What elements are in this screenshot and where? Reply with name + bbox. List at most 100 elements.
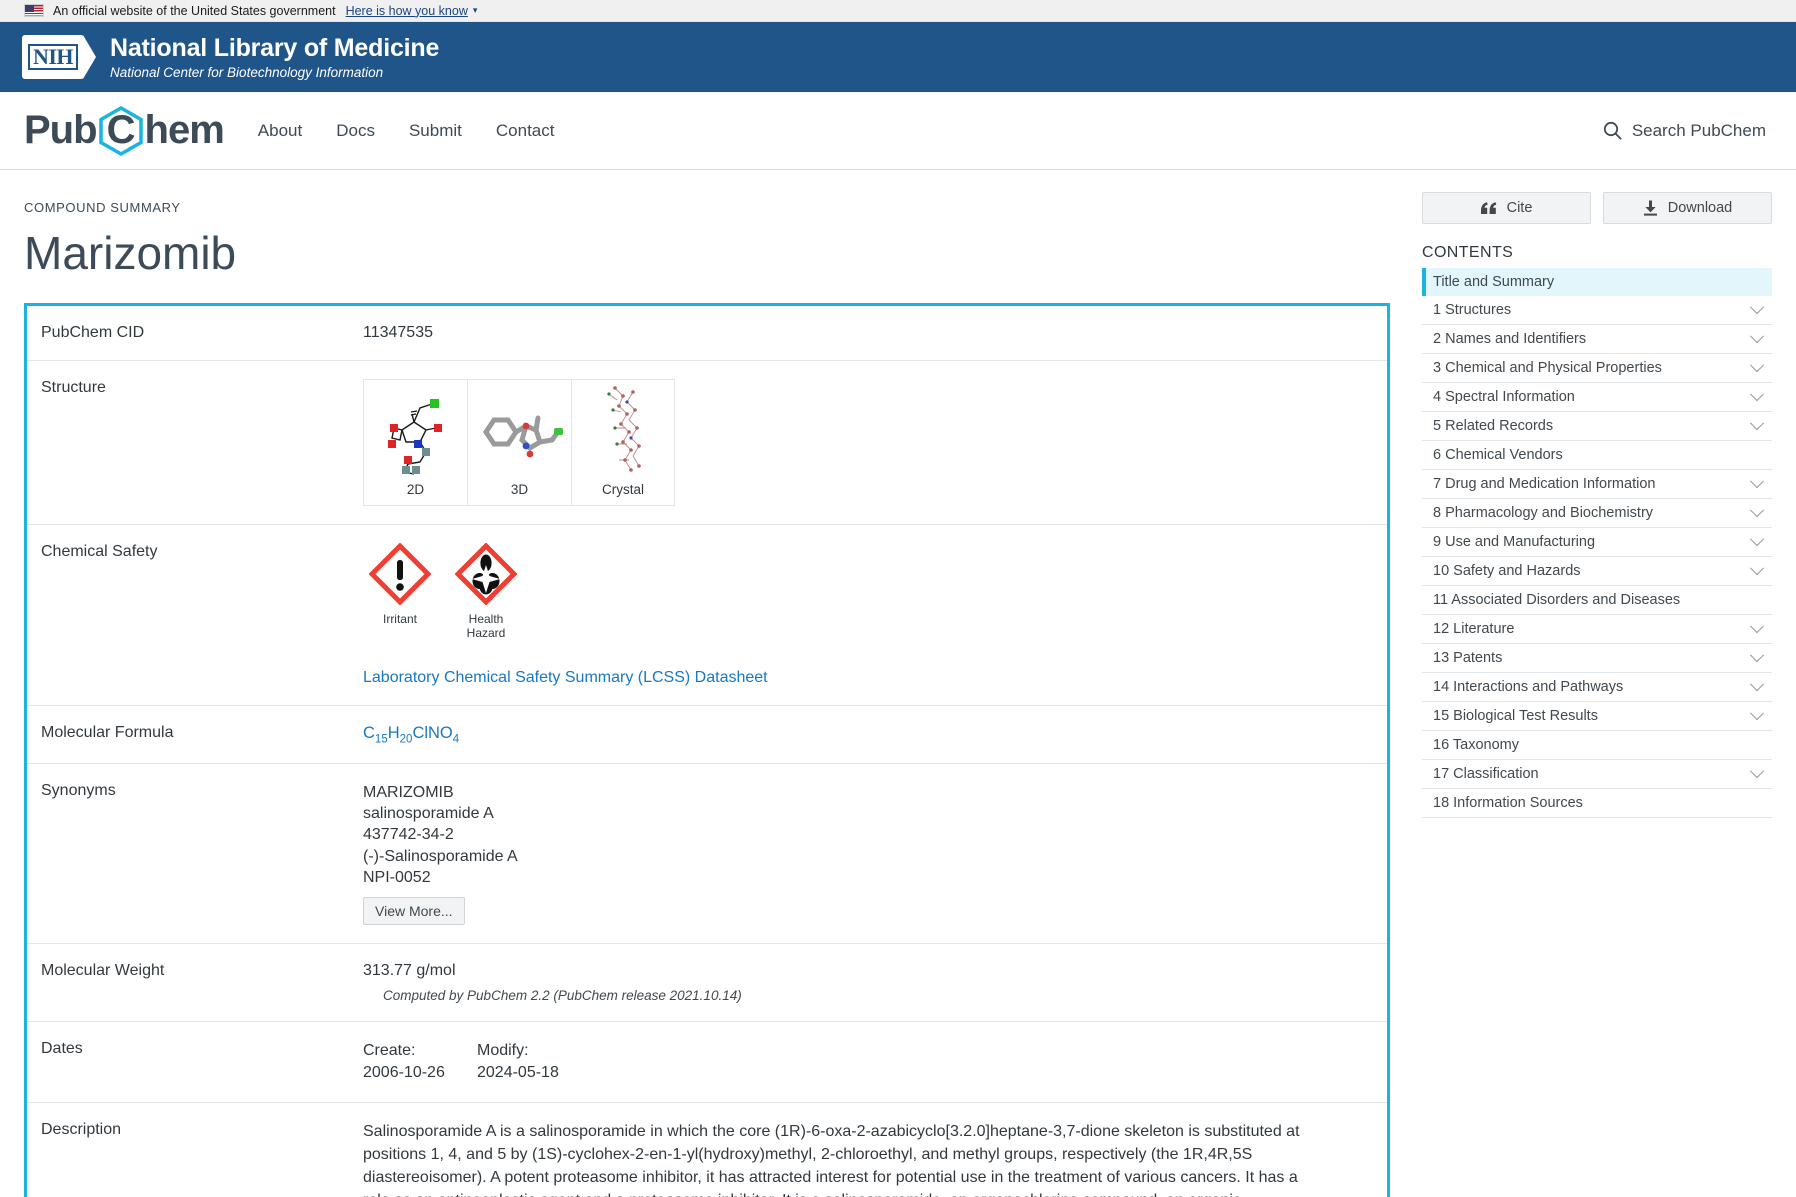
- sidebar-actions: Cite Download: [1422, 192, 1772, 224]
- toc-item-patents[interactable]: 13 Patents: [1422, 644, 1772, 673]
- nav-link-docs[interactable]: Docs: [336, 121, 375, 141]
- toc-label: 4 Spectral Information: [1433, 389, 1575, 405]
- toc-label: 18 Information Sources: [1433, 795, 1583, 811]
- thumbnail-3d[interactable]: 3D: [467, 379, 571, 507]
- toc-item-chemical-vendors[interactable]: 6 Chemical Vendors: [1422, 441, 1772, 470]
- pictogram-health-hazard[interactable]: Health Hazard: [451, 542, 521, 640]
- molecular-formula-link[interactable]: C15H20ClNO4: [363, 724, 460, 745]
- toc-item-title-and-summary[interactable]: Title and Summary: [1422, 268, 1772, 296]
- cite-label: Cite: [1506, 200, 1533, 216]
- toc-item-drug-and-medication-information[interactable]: 7 Drug and Medication Information: [1422, 470, 1772, 499]
- sidebar: Cite Download CONTENTS Title and Summary…: [1390, 170, 1772, 1197]
- description-text: Salinosporamide A is a salinosporamide i…: [363, 1123, 1300, 1197]
- toc-label: 13 Patents: [1433, 650, 1503, 666]
- nav-links: About Docs Submit Contact: [258, 121, 555, 141]
- how-you-know-link[interactable]: Here is how you know: [346, 4, 468, 18]
- nav-link-submit[interactable]: Submit: [409, 121, 462, 141]
- toc-label: 9 Use and Manufacturing: [1433, 534, 1596, 550]
- molecule-3d-thumbnail: [468, 380, 571, 478]
- toc-item-classification[interactable]: 17 Classification: [1422, 760, 1772, 789]
- lcss-datasheet-link[interactable]: Laboratory Chemical Safety Summary (LCSS…: [363, 669, 768, 686]
- toc-label: 8 Pharmacology and Biochemistry: [1433, 505, 1654, 521]
- row-label-molecular-formula: Molecular Formula: [41, 723, 174, 741]
- chevron-down-icon: [1749, 300, 1765, 315]
- molecular-weight-note: Computed by PubChem 2.2 (PubChem release…: [383, 988, 742, 1004]
- search-icon: [1603, 121, 1622, 140]
- toc-item-literature[interactable]: 12 Literature: [1422, 615, 1772, 644]
- row-value-molecular-formula: C15H20ClNO4: [359, 706, 1387, 763]
- crystal-structure-thumbnail: [572, 380, 674, 478]
- toc-item-structures[interactable]: 1 Structures: [1422, 296, 1772, 325]
- download-icon: [1643, 200, 1657, 216]
- pictogram-label-irritant: Irritant: [382, 612, 417, 627]
- search-pubchem-button[interactable]: Search PubChem: [1603, 121, 1772, 141]
- row-label-structure: Structure: [41, 379, 106, 397]
- thumbnail-caption-3d: 3D: [510, 482, 529, 498]
- pubchem-navbar: Pub C hem About Docs Submit Contact Sear…: [0, 92, 1796, 170]
- toc-label: 2 Names and Identifiers: [1433, 331, 1587, 347]
- chevron-down-icon: [1749, 416, 1765, 431]
- table-row-description: Description Salinosporamide A is a salin…: [27, 1103, 1387, 1197]
- dates-grid: Create: 2006-10-26 Modify: 2024-05-18: [363, 1040, 1367, 1084]
- nih-logo[interactable]: NIH: [22, 35, 96, 79]
- toc-item-safety-and-hazards[interactable]: 10 Safety and Hazards: [1422, 557, 1772, 586]
- nav-link-contact[interactable]: Contact: [496, 121, 555, 141]
- search-label: Search PubChem: [1631, 120, 1766, 140]
- toc-label: 7 Drug and Medication Information: [1433, 476, 1656, 492]
- row-label-cid: PubChem CID: [41, 324, 145, 342]
- row-label-molecular-weight: Molecular Weight: [41, 962, 165, 980]
- contents-heading: CONTENTS: [1422, 244, 1514, 261]
- pubchem-logo[interactable]: Pub C hem: [24, 105, 225, 156]
- toc-item-interactions-and-pathways[interactable]: 14 Interactions and Pathways: [1422, 673, 1772, 702]
- list-item: salinosporamide A: [363, 805, 494, 823]
- download-button[interactable]: Download: [1603, 192, 1772, 224]
- toc-item-biological-test-results[interactable]: 15 Biological Test Results: [1422, 702, 1772, 731]
- quote-icon: [1480, 201, 1496, 214]
- row-label-dates: Dates: [41, 1040, 83, 1058]
- pubchem-logo-hem: hem: [144, 108, 225, 152]
- nlm-subtitle: National Center for Biotechnology Inform…: [110, 64, 384, 80]
- toc-item-taxonomy[interactable]: 16 Taxonomy: [1422, 731, 1772, 760]
- toc-item-spectral-information[interactable]: 4 Spectral Information: [1422, 383, 1772, 412]
- row-value-chemical-safety: Irritant Health Hazard Laboratory Chemic…: [359, 525, 1387, 704]
- table-row-chemical-safety: Chemical Safety Irritant Health Hazard L…: [27, 525, 1387, 706]
- chevron-down-icon: [1749, 619, 1765, 634]
- nav-link-about[interactable]: About: [258, 121, 302, 141]
- toc-label: 15 Biological Test Results: [1433, 708, 1598, 724]
- chevron-down-icon: [1749, 561, 1765, 576]
- toc-label: 6 Chemical Vendors: [1433, 447, 1563, 463]
- row-label-description: Description: [41, 1121, 122, 1139]
- nlm-header: NIH National Library of Medicine Nationa…: [0, 22, 1796, 92]
- toc-item-use-and-manufacturing[interactable]: 9 Use and Manufacturing: [1422, 528, 1772, 557]
- toc-item-names-and-identifiers[interactable]: 2 Names and Identifiers: [1422, 325, 1772, 354]
- toc-label: 17 Classification: [1433, 766, 1539, 782]
- row-label-chemical-safety: Chemical Safety: [41, 543, 158, 561]
- toc-item-pharmacology-and-biochemistry[interactable]: 8 Pharmacology and Biochemistry: [1422, 499, 1772, 528]
- chevron-down-icon: [1749, 648, 1765, 663]
- thumbnail-crystal[interactable]: Crystal: [571, 379, 675, 507]
- toc-label: 11 Associated Disorders and Diseases: [1433, 592, 1681, 608]
- formula-o-count: 4: [452, 732, 460, 745]
- toc-item-information-sources[interactable]: 18 Information Sources: [1422, 789, 1772, 818]
- view-more-button[interactable]: View More...: [363, 897, 465, 926]
- row-label-synonyms: Synonyms: [41, 781, 116, 799]
- toc-label: Title and Summary: [1433, 274, 1555, 290]
- cite-button[interactable]: Cite: [1422, 192, 1591, 224]
- table-row-molecular-formula: Molecular Formula C15H20ClNO4: [27, 706, 1387, 764]
- toc-item-associated-disorders-and-diseases[interactable]: 11 Associated Disorders and Diseases: [1422, 586, 1772, 615]
- list-item: (-)-Salinosporamide A: [363, 847, 518, 865]
- synonyms-list: MARIZOMIB salinosporamide A 437742-34-2 …: [363, 782, 1367, 888]
- molecular-weight-value: 313.77 g/mol: [363, 962, 456, 980]
- chevron-down-icon: [1749, 532, 1765, 547]
- pictogram-irritant[interactable]: Irritant: [365, 542, 435, 627]
- row-value-description: Salinosporamide A is a salinosporamide i…: [359, 1103, 1387, 1197]
- chevron-down-icon: [1749, 503, 1765, 518]
- table-row-structure: Structure 2D 3D Crystal: [27, 361, 1387, 526]
- chevron-down-icon: ▾: [472, 5, 478, 15]
- toc-item-chemical-and-physical-properties[interactable]: 3 Chemical and Physical Properties: [1422, 354, 1772, 383]
- toc-item-related-records[interactable]: 5 Related Records: [1422, 412, 1772, 441]
- nih-logo-text: NIH: [27, 44, 79, 70]
- thumbnail-2d[interactable]: 2D: [363, 379, 467, 507]
- date-modify-label: Modify:: [477, 1042, 529, 1060]
- gov-banner-text: An official website of the United States…: [53, 3, 336, 18]
